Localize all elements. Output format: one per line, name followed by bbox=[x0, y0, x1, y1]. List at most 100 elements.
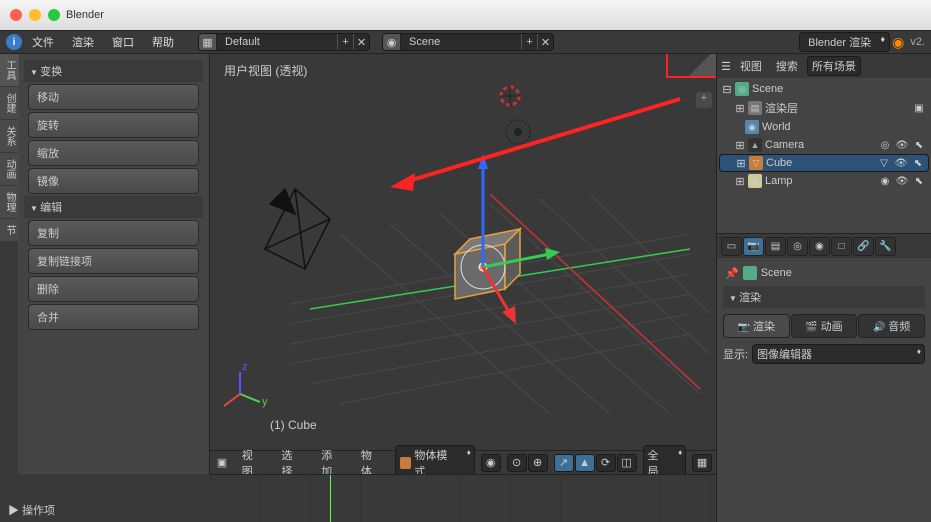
outliner-search-menu[interactable]: 搜索 bbox=[771, 56, 803, 76]
expand-icon[interactable]: ⊟ bbox=[722, 83, 732, 96]
manipulator-translate[interactable]: ▲ bbox=[575, 454, 595, 472]
layout-add-button[interactable]: + bbox=[337, 34, 353, 50]
tab-world[interactable]: ◉ bbox=[809, 237, 830, 256]
pivot-selector[interactable]: ⊙ bbox=[507, 454, 527, 472]
render-tab-render[interactable]: 📷 渲染 bbox=[723, 314, 790, 338]
shading-selector[interactable]: ◉ bbox=[481, 454, 501, 472]
scene-browse-icon[interactable]: ◉ bbox=[383, 34, 401, 50]
svg-text:z: z bbox=[242, 361, 248, 373]
expand-icon[interactable]: ⊞ bbox=[735, 139, 745, 152]
visible-icon[interactable]: 👁 bbox=[895, 140, 909, 151]
pivot-individual-button[interactable]: ⊕ bbox=[528, 454, 548, 472]
tab-physics[interactable]: 物理 bbox=[0, 186, 19, 218]
tab-relations[interactable]: 关系 bbox=[0, 120, 19, 152]
panel-edit-header[interactable]: 编辑 bbox=[24, 196, 203, 218]
scene-add-button[interactable]: + bbox=[521, 34, 537, 50]
tab-section[interactable]: 节 bbox=[0, 219, 19, 241]
render-engine-selector[interactable]: Blender 渲染 bbox=[799, 32, 890, 52]
viewport-header: ▣ 视图 选择 添加 物体 物体模式 ◉ ⊙ ⊕ ↗ ▲ ⟳ ◫ 全局 ▦ bbox=[210, 450, 716, 474]
restrict-icon[interactable]: ◎ bbox=[878, 140, 892, 151]
layout-delete-button[interactable]: ✕ bbox=[353, 34, 369, 50]
maximize-window-button[interactable] bbox=[48, 9, 60, 21]
delete-button[interactable]: 删除 bbox=[28, 276, 199, 302]
pin-icon[interactable]: 📌 bbox=[725, 267, 739, 280]
layout-name[interactable]: Default bbox=[217, 36, 337, 48]
toolshelf-tabs: 工具 创建 关系 动画 物理 节 bbox=[0, 54, 18, 474]
translate-button[interactable]: 移动 bbox=[28, 84, 199, 110]
outliner-row-renderlayers[interactable]: ⊞ ▤ 渲染层 ▣ bbox=[719, 98, 929, 118]
outliner-row-world[interactable]: ◉ World bbox=[719, 118, 929, 136]
close-window-button[interactable] bbox=[10, 9, 22, 21]
menu-window[interactable]: 窗口 bbox=[104, 32, 142, 52]
layout-browse-icon[interactable]: ▦ bbox=[199, 34, 217, 50]
layers-button[interactable]: ▦ bbox=[692, 454, 712, 472]
menu-help[interactable]: 帮助 bbox=[144, 32, 182, 52]
version-text: v2. bbox=[910, 36, 925, 48]
tab-scene[interactable]: ◎ bbox=[787, 237, 808, 256]
world-icon: ◉ bbox=[745, 120, 759, 134]
tab-render[interactable]: 📷 bbox=[743, 237, 764, 256]
expand-icon[interactable]: ⊞ bbox=[735, 175, 745, 188]
expand-icon[interactable]: ⊞ bbox=[735, 102, 745, 115]
visible-icon[interactable]: 👁 bbox=[894, 158, 908, 169]
editor-outliner-icon[interactable]: ☰ bbox=[721, 60, 731, 73]
tab-animation[interactable]: 动画 bbox=[0, 153, 19, 185]
expand-icon[interactable]: ⊞ bbox=[736, 157, 746, 170]
outliner: ☰ 视图 搜索 所有场景 ⊟ ◎ Scene ⊞ ▤ 渲染层 ▣ ◉ bbox=[717, 54, 931, 234]
duplicate-button[interactable]: 复制 bbox=[28, 220, 199, 246]
outliner-view-menu[interactable]: 视图 bbox=[735, 56, 767, 76]
3d-viewport[interactable]: 用户视图 (透视) bbox=[210, 54, 716, 450]
outliner-row-cube[interactable]: ⊞ ▽ Cube ▽👁⬉ bbox=[719, 154, 929, 172]
tab-object[interactable]: □ bbox=[831, 237, 852, 256]
panel-transform-header[interactable]: 变换 bbox=[24, 60, 203, 82]
scene-delete-button[interactable]: ✕ bbox=[537, 34, 553, 50]
info-header: i 文件 渲染 窗口 帮助 ▦ Default + ✕ ◉ Scene + ✕ … bbox=[0, 30, 931, 54]
lamp-icon: ◉ bbox=[748, 174, 762, 188]
area-split-widget[interactable] bbox=[684, 54, 716, 76]
menu-file[interactable]: 文件 bbox=[24, 32, 62, 52]
editor-3dview-icon[interactable]: ▣ bbox=[214, 456, 230, 469]
manipulator-toggle[interactable]: ↗ bbox=[554, 454, 574, 472]
join-button[interactable]: 合并 bbox=[28, 304, 199, 330]
editor-type-icon[interactable]: i bbox=[6, 34, 22, 50]
outliner-row-camera[interactable]: ⊞ ▲ Camera ◎👁⬉ bbox=[719, 136, 929, 154]
3d-cursor-icon bbox=[500, 86, 520, 106]
outliner-row-scene[interactable]: ⊟ ◎ Scene bbox=[719, 80, 929, 98]
restrict-icon[interactable]: ▽ bbox=[877, 158, 891, 169]
tab-editor-type[interactable]: ▭ bbox=[721, 237, 742, 256]
mirror-button[interactable]: 镜像 bbox=[28, 168, 199, 194]
viewport-expand-button[interactable]: + bbox=[696, 92, 712, 108]
menu-render[interactable]: 渲染 bbox=[64, 32, 102, 52]
duplicate-linked-button[interactable]: 复制链接项 bbox=[28, 248, 199, 274]
render-tab-animation[interactable]: 🎬 动画 bbox=[791, 314, 858, 338]
operator-panel-header[interactable]: ▶ 操作项 bbox=[0, 498, 210, 522]
tab-constraints[interactable]: 🔗 bbox=[853, 237, 874, 256]
screen-layout-selector[interactable]: ▦ Default + ✕ bbox=[198, 33, 370, 51]
scene-selector[interactable]: ◉ Scene + ✕ bbox=[382, 33, 554, 51]
render-icon[interactable]: ▣ bbox=[912, 103, 926, 114]
manipulator-scale[interactable]: ◫ bbox=[617, 454, 637, 472]
select-icon[interactable]: ⬉ bbox=[912, 176, 926, 187]
outliner-row-lamp[interactable]: ⊞ ◉ Lamp ◉👁⬉ bbox=[719, 172, 929, 190]
minimize-window-button[interactable] bbox=[29, 9, 41, 21]
scene-name-field[interactable]: Scene bbox=[401, 36, 521, 48]
select-icon[interactable]: ⬉ bbox=[912, 140, 926, 151]
display-mode-selector[interactable]: 图像编辑器 bbox=[752, 344, 925, 364]
render-tab-audio[interactable]: 🔊 音频 bbox=[858, 314, 925, 338]
outliner-filter[interactable]: 所有场景 bbox=[807, 56, 861, 76]
scale-button[interactable]: 缩放 bbox=[28, 140, 199, 166]
visible-icon[interactable]: 👁 bbox=[895, 176, 909, 187]
window-controls bbox=[10, 9, 60, 21]
timeline-cursor[interactable] bbox=[330, 475, 331, 522]
lamp-object bbox=[506, 120, 530, 144]
tab-create[interactable]: 创建 bbox=[0, 87, 19, 119]
timeline[interactable] bbox=[210, 474, 716, 522]
panel-render-header[interactable]: 渲染 bbox=[723, 286, 925, 308]
tab-render-layers[interactable]: ▤ bbox=[765, 237, 786, 256]
tab-tools[interactable]: 工具 bbox=[0, 54, 19, 86]
rotate-button[interactable]: 旋转 bbox=[28, 112, 199, 138]
restrict-icon[interactable]: ◉ bbox=[878, 176, 892, 187]
tab-modifiers[interactable]: 🔧 bbox=[875, 237, 896, 256]
manipulator-rotate[interactable]: ⟳ bbox=[596, 454, 616, 472]
select-icon[interactable]: ⬉ bbox=[911, 158, 925, 169]
